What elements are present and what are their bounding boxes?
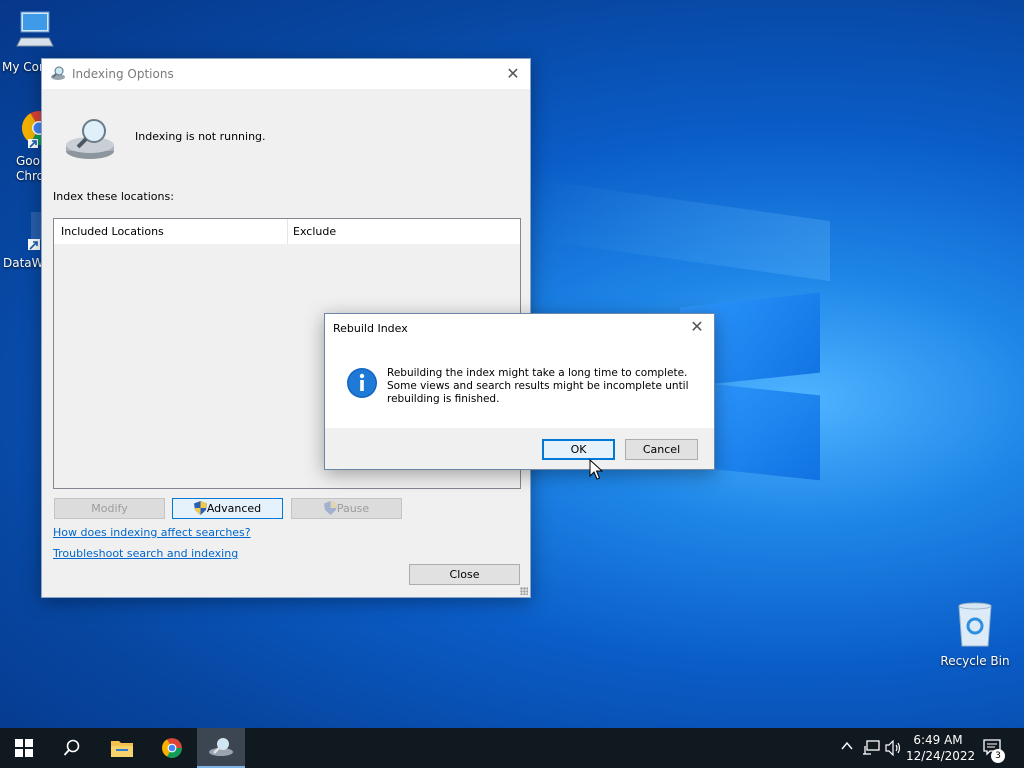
network-tray-button[interactable] [862,740,880,759]
troubleshoot-link[interactable]: Troubleshoot search and indexing [53,547,238,560]
column-header-included[interactable]: Included Locations [54,219,288,244]
column-header-exclude[interactable]: Exclude [288,219,520,244]
search-icon [63,739,80,756]
taskbar-indexing-options[interactable] [197,728,245,768]
taskbar-chrome[interactable] [148,728,196,768]
close-button[interactable]: Close [409,564,520,585]
list-header: Included Locations Exclude [54,219,520,244]
chrome-icon [162,738,182,758]
advanced-button[interactable]: Advanced [172,498,283,519]
show-hidden-icons-button[interactable] [840,739,854,756]
desktop-icon-label: Recycle Bin [940,654,1010,668]
desktop-icon-label: Goo Chro [16,154,44,183]
mouse-cursor [589,458,604,484]
indexing-options-titlebar[interactable]: Indexing Options ✕ [42,59,530,89]
pause-button-label: Pause [336,502,370,515]
folder-icon [111,741,133,757]
dialog-title: Rebuild Index [333,321,408,335]
indexing-status-icon [64,117,116,164]
speaker-icon [885,739,901,757]
windows-start-icon [15,739,33,757]
volume-tray-button[interactable] [885,739,903,759]
ok-button[interactable]: OK [542,439,615,460]
uac-shield-icon [193,501,207,521]
search-button[interactable] [48,728,96,768]
rebuild-index-dialog: Rebuild Index ✕ Rebuilding the index mig… [324,313,715,470]
info-icon [346,367,378,402]
rebuild-dialog-titlebar[interactable]: Rebuild Index ✕ [325,314,714,342]
resize-grip[interactable] [520,587,528,595]
indexing-app-icon [50,65,66,84]
desktop-icon-recycle-bin[interactable]: Recycle Bin [940,600,1010,669]
computer-icon [0,10,70,58]
cancel-button[interactable]: Cancel [625,439,698,460]
pause-button[interactable]: Pause [291,498,402,519]
window-title: Indexing Options [72,67,174,81]
taskbar-file-explorer[interactable] [98,728,146,768]
indexing-app-icon [209,738,233,756]
start-button[interactable] [0,728,48,768]
indexing-status-text: Indexing is not running. [135,130,266,143]
clock-time: 6:49 AM [913,733,963,747]
chevron-up-icon [841,741,853,750]
taskbar: 6:49 AM 12/24/2022 3 [0,728,1024,768]
clock-date: 12/24/2022 [906,749,976,763]
close-window-button[interactable]: ✕ [504,65,522,83]
dialog-message: Rebuilding the index might take a long t… [387,367,689,405]
light-beam [530,178,830,282]
dialog-close-button[interactable]: ✕ [688,318,706,336]
action-center-button[interactable]: 3 [982,738,1006,763]
recycle-bin-icon [940,600,1010,652]
how-indexing-affects-link[interactable]: How does indexing affect searches? [53,526,251,539]
notification-badge: 3 [991,749,1005,763]
locations-label: Index these locations: [53,190,174,203]
advanced-button-label: Advanced [206,502,262,515]
uac-shield-icon [323,501,337,521]
clock[interactable]: 6:49 AM 12/24/2022 [906,732,976,764]
modify-button[interactable]: Modify [54,498,165,519]
network-icon [863,740,880,755]
